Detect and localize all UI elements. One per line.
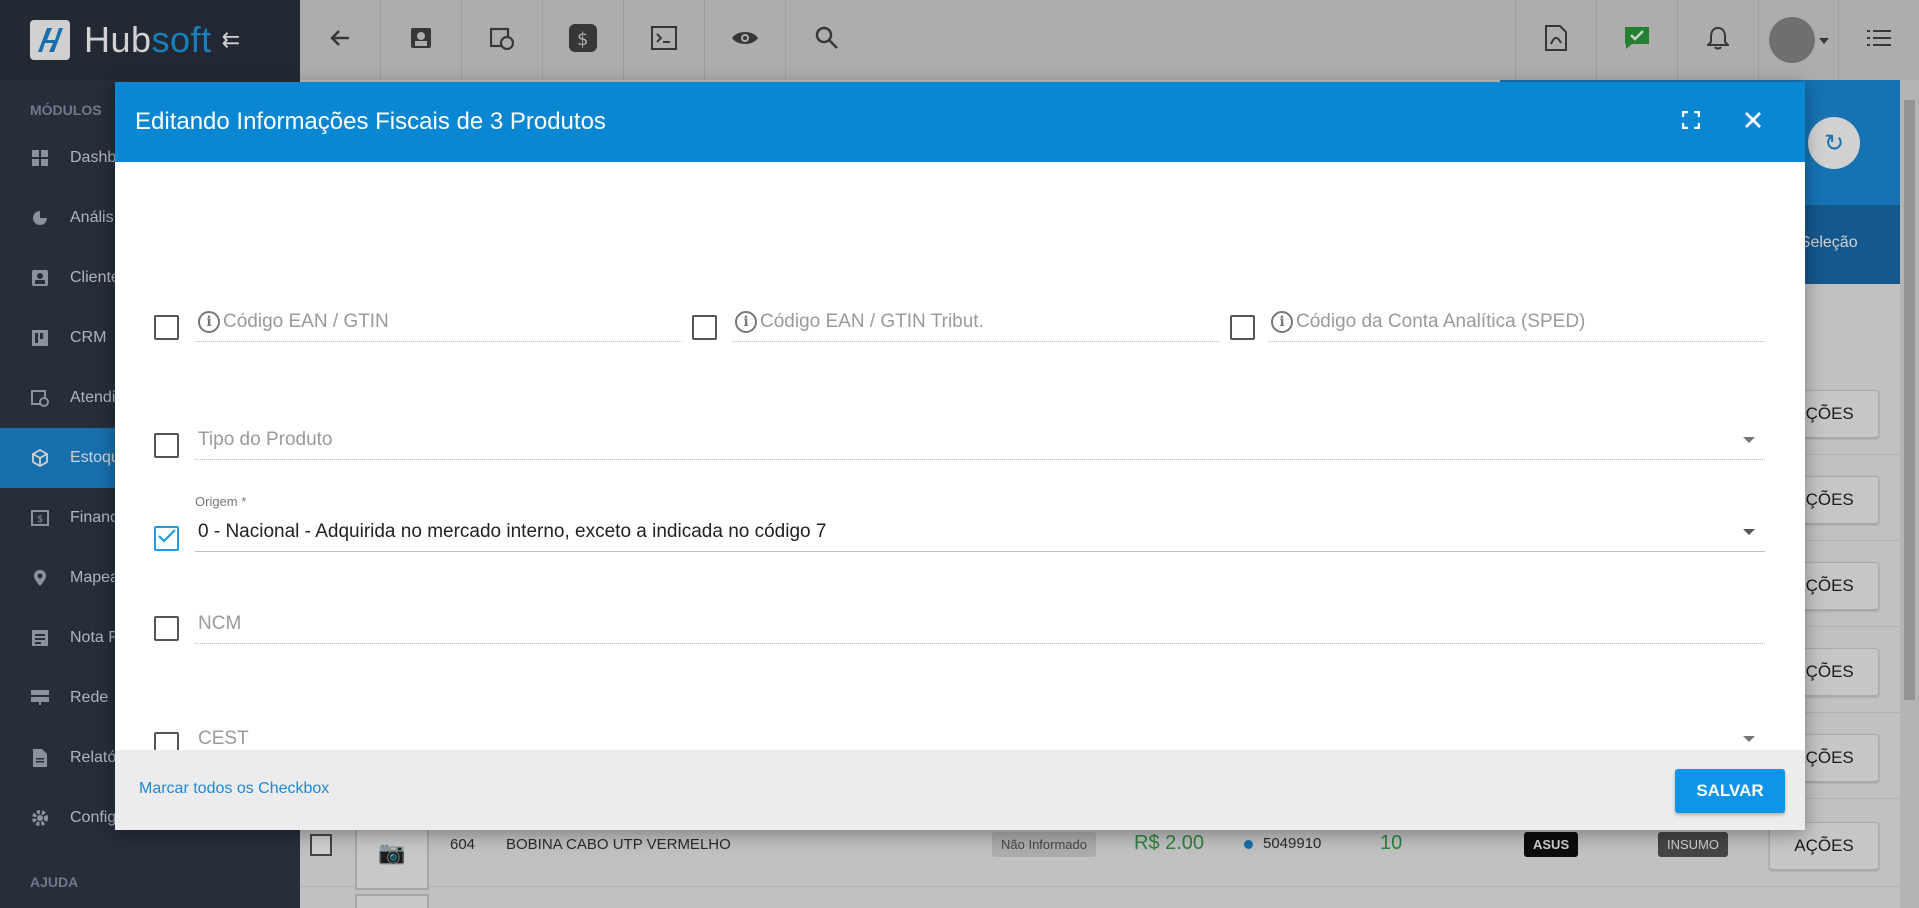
fiscal-edit-dialog: Editando Informações Fiscais de 3 Produt… [115, 82, 1805, 830]
origem-label: Origem * [195, 494, 247, 509]
ean-field[interactable]: i Código EAN / GTIN [195, 302, 682, 342]
info-icon[interactable]: i [735, 310, 757, 333]
conta-field[interactable]: i Código da Conta Analítica (SPED) [1268, 302, 1765, 342]
ncm-checkbox[interactable] [154, 616, 179, 641]
cest-placeholder: CEST [198, 727, 249, 749]
ean-trib-field[interactable]: i Código EAN / GTIN Tribut. [732, 302, 1219, 342]
dialog-header: Editando Informações Fiscais de 3 Produt… [115, 82, 1805, 162]
info-icon[interactable]: i [198, 310, 220, 333]
tipo-select[interactable]: Tipo do Produto [195, 420, 1765, 460]
ean-checkbox[interactable] [154, 315, 179, 340]
dropdown-caret-icon [1743, 437, 1755, 443]
ean-trib-placeholder: Código EAN / GTIN Tribut. [760, 310, 984, 332]
select-all-checkboxes-link[interactable]: Marcar todos os Checkbox [139, 780, 329, 798]
dialog-body: i Código EAN / GTIN i Código EAN / GTIN … [115, 162, 1805, 759]
origem-checkbox[interactable] [154, 526, 179, 551]
tipo-checkbox[interactable] [154, 433, 179, 458]
ean-trib-checkbox[interactable] [692, 315, 717, 340]
dropdown-caret-icon [1743, 736, 1755, 742]
close-button[interactable] [1735, 104, 1771, 140]
ncm-placeholder: NCM [198, 612, 242, 634]
fullscreen-icon [1681, 110, 1701, 134]
origem-value: 0 - Nacional - Adquirida no mercado inte… [198, 520, 827, 542]
tipo-placeholder: Tipo do Produto [198, 428, 333, 450]
dialog-title: Editando Informações Fiscais de 3 Produt… [135, 108, 606, 135]
conta-checkbox[interactable] [1230, 315, 1255, 340]
origem-select[interactable]: 0 - Nacional - Adquirida no mercado inte… [195, 512, 1765, 552]
ncm-field[interactable]: NCM [195, 604, 1765, 644]
conta-placeholder: Código da Conta Analítica (SPED) [1296, 310, 1586, 332]
check-icon [157, 529, 176, 548]
info-icon[interactable]: i [1271, 310, 1293, 333]
ean-placeholder: Código EAN / GTIN [223, 310, 389, 332]
dialog-footer: Marcar todos os Checkbox SALVAR [115, 750, 1805, 830]
save-button[interactable]: SALVAR [1675, 769, 1785, 813]
fullscreen-button[interactable] [1673, 104, 1709, 140]
close-icon [1744, 111, 1762, 134]
dropdown-caret-icon [1743, 529, 1755, 535]
